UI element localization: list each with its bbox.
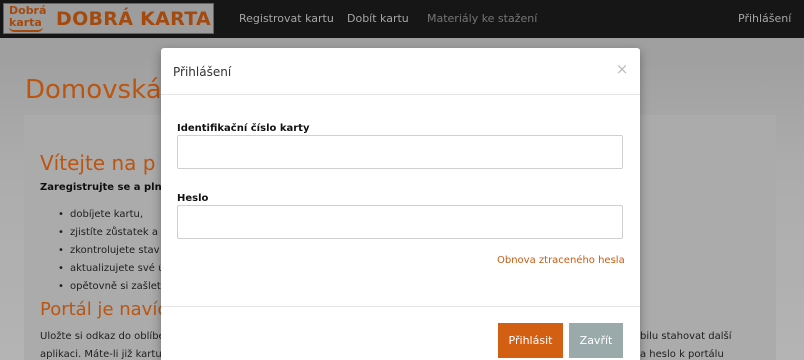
- modal-footer-divider: [161, 306, 640, 307]
- modal-header: Přihlášení ×: [161, 48, 640, 95]
- modal-title: Přihlášení: [173, 65, 232, 79]
- password-input[interactable]: [177, 205, 623, 239]
- navbar-dim-overlay: [0, 0, 804, 38]
- close-icon[interactable]: ×: [615, 61, 629, 77]
- login-button[interactable]: Přihlásit: [498, 323, 563, 358]
- login-modal: Přihlášení × Identifikační číslo karty H…: [161, 48, 640, 360]
- password-label: Heslo: [177, 193, 209, 204]
- close-button[interactable]: Zavřít: [569, 323, 623, 358]
- card-id-input[interactable]: [177, 135, 623, 169]
- forgot-password-link[interactable]: Obnova ztraceného hesla: [497, 254, 625, 267]
- card-id-label: Identifikační číslo karty: [177, 123, 310, 134]
